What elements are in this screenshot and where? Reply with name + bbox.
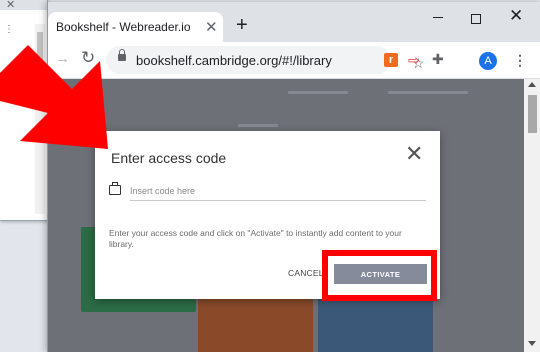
blurred-nav-item	[238, 124, 278, 127]
background-close-icon[interactable]: ✕	[6, 0, 15, 11]
extension-orange-icon[interactable]: r	[384, 53, 398, 67]
scroll-thumb[interactable]	[528, 95, 537, 133]
tab-bookshelf[interactable]: Bookshelf - Webreader.io ✕	[48, 12, 223, 42]
browser-toolbar: → ↻ bookshelf.cambridge.org/#!/library ☆…	[48, 42, 540, 79]
cancel-button[interactable]: CANCEL	[288, 268, 324, 278]
browser-menu-icon[interactable]: ⋮	[513, 52, 527, 69]
minimize-icon[interactable]	[432, 10, 444, 24]
highlight-box	[322, 250, 437, 301]
maximize-icon[interactable]	[471, 14, 481, 24]
background-menu-icon[interactable]: ⋮	[4, 24, 14, 35]
dialog-description: Enter your access code and click on "Act…	[109, 228, 402, 249]
scroll-up-icon[interactable]	[528, 82, 536, 87]
blurred-nav-item	[288, 91, 348, 94]
tab-close-icon[interactable]: ✕	[205, 18, 218, 36]
dialog-title: Enter access code	[111, 150, 227, 166]
window-close-icon[interactable]: ✕	[509, 6, 523, 26]
dialog-close-icon[interactable]: ✕	[405, 143, 423, 165]
blurred-nav-item	[388, 91, 468, 94]
lock-icon[interactable]	[118, 49, 126, 61]
scroll-down-icon[interactable]	[528, 341, 536, 346]
tab-title: Bookshelf - Webreader.io	[56, 20, 191, 34]
extension-red-icon[interactable]: ⇨	[408, 52, 420, 69]
new-tab-button[interactable]: +	[236, 15, 248, 35]
profile-avatar[interactable]: A	[479, 52, 497, 70]
tab-strip: Bookshelf - Webreader.io ✕ + ✕	[48, 2, 540, 42]
page-scrollbar[interactable]	[524, 79, 540, 352]
url-text[interactable]: bookshelf.cambridge.org/#!/library	[136, 53, 332, 68]
access-code-input[interactable]	[130, 182, 426, 201]
red-arrow-annotation	[0, 45, 108, 149]
briefcase-icon	[109, 182, 121, 195]
address-bar[interactable]: bookshelf.cambridge.org/#!/library ☆	[106, 46, 425, 74]
extensions-puzzle-icon[interactable]: ✚	[432, 51, 444, 68]
